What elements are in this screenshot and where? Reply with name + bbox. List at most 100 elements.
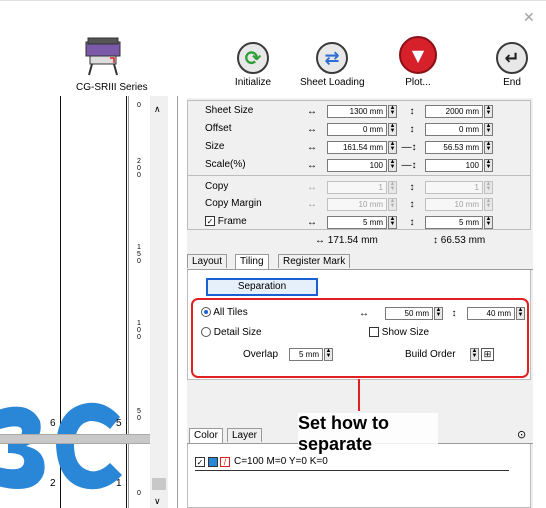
tile-number: 2 [50, 478, 56, 489]
tile-boundary-band [0, 434, 150, 444]
all-tiles-label: All Tiles [213, 307, 248, 318]
all-tiles-radio[interactable] [201, 307, 211, 318]
tile-number: 6 [50, 418, 56, 429]
sheet-loading-button[interactable]: ⇄ Sheet Loading [300, 42, 365, 88]
show-size-label: Show Size [381, 327, 430, 338]
return-icon: ↵ [496, 42, 528, 74]
copy-x-field[interactable]: 1 [327, 181, 387, 194]
layer-color-label: C=100 M=0 Y=0 K=0 [234, 456, 328, 467]
layer-item[interactable]: ✓ / C=100 M=0 Y=0 K=0 [195, 456, 328, 467]
callout-text: Set how to separate [298, 413, 438, 455]
ruler-label: 50 [137, 408, 141, 422]
ruler-label: 200 [137, 158, 141, 179]
swap-arrows-icon: ⇄ [316, 42, 348, 74]
copy-margin-y-stepper[interactable]: ▲ ▼ [484, 198, 493, 211]
copy-x-stepper[interactable]: ▲ ▼ [388, 181, 397, 194]
frame-x-field[interactable]: 5 mm [327, 216, 387, 229]
overlap-field[interactable]: 5 mm [289, 348, 323, 361]
copy-label: Copy [205, 181, 229, 192]
size-width-stepper[interactable]: ▲ ▼ [388, 141, 397, 154]
overlap-stepper[interactable]: ▲ ▼ [324, 348, 333, 361]
initialize-label: Initialize [234, 77, 272, 88]
vertical-arrow-icon: ↕ [409, 124, 415, 135]
callout-pointer-line [358, 379, 360, 411]
scroll-down-icon[interactable]: ∨ [154, 496, 161, 507]
scale-y-field[interactable]: 100 [425, 159, 483, 172]
no-fill-swatch-icon: / [220, 456, 230, 467]
all-tiles-option[interactable]: All Tiles [201, 307, 248, 318]
tile-height-field[interactable]: 40 mm [467, 307, 515, 320]
tab-tiling[interactable]: Tiling [235, 254, 269, 269]
end-button[interactable]: ↵ End [494, 42, 530, 88]
copy-margin-x-stepper[interactable]: ▲ ▼ [388, 198, 397, 211]
scale-x-field[interactable]: 100 [327, 159, 387, 172]
color-swatch [208, 456, 218, 467]
sheet-loading-label: Sheet Loading [300, 77, 365, 88]
frame-y-stepper[interactable]: ▲ ▼ [484, 216, 493, 229]
copy-margin-y-field[interactable]: 10 mm [425, 198, 483, 211]
size-width-field[interactable]: 161.54 mm [327, 141, 387, 154]
horizontal-arrow-icon: ↔ [359, 308, 369, 319]
next-icon[interactable]: ⊙ [517, 428, 526, 441]
build-order-stepper[interactable]: ▲ ▼ [470, 348, 479, 361]
ruler-label: 0 [137, 490, 141, 497]
frame-checkbox[interactable]: ✓ [205, 216, 215, 227]
horizontal-arrow-icon: ↔ [307, 142, 317, 153]
vertical-ruler: 0 200 150 100 50 0 [128, 96, 150, 508]
link-scale-icon[interactable]: —↕ [399, 160, 419, 171]
frame-x-stepper[interactable]: ▲ ▼ [388, 216, 397, 229]
tab-layout[interactable]: Layout [187, 254, 228, 268]
layer-visible-checkbox[interactable]: ✓ [195, 456, 205, 467]
plot-cutter-icon: ▼ [399, 36, 437, 74]
copy-margin-x-field[interactable]: 10 mm [327, 198, 387, 211]
detail-size-option[interactable]: Detail Size [201, 327, 262, 338]
build-order-grid-icon[interactable]: ⊞ [481, 348, 494, 361]
sheet-width-stepper[interactable]: ▲ ▼ [388, 105, 397, 118]
canvas-guide-line [126, 96, 127, 508]
size-height-field[interactable]: 56.53 mm [425, 141, 483, 154]
offset-x-stepper[interactable]: ▲ ▼ [388, 123, 397, 136]
tab-layer[interactable]: Layer [227, 428, 263, 442]
vertical-arrow-icon: ↕ [409, 199, 415, 210]
scroll-up-icon[interactable]: ∧ [154, 104, 161, 115]
tile-height-stepper[interactable]: ▲ ▼ [516, 307, 525, 320]
tile-width-field[interactable]: 50 mm [385, 307, 433, 320]
plot-button[interactable]: ▼ Plot... [396, 36, 440, 88]
horizontal-arrow-icon: ↔ [307, 182, 317, 193]
canvas-panel[interactable]: 0 200 150 100 50 0 ∧ ∨ 6 5 2 1 [0, 96, 178, 508]
offset-x-field[interactable]: 0 mm [327, 123, 387, 136]
show-size-checkbox[interactable] [369, 327, 379, 338]
tile-width-stepper[interactable]: ▲ ▼ [434, 307, 443, 320]
separation-button[interactable]: Separation [206, 278, 318, 296]
frame-y-field[interactable]: 5 mm [425, 216, 483, 229]
close-icon[interactable]: ✕ [523, 10, 535, 26]
size-height-stepper[interactable]: ▲ ▼ [484, 141, 493, 154]
tab-color[interactable]: Color [189, 428, 223, 443]
tile-number: 1 [116, 478, 122, 489]
scale-y-stepper[interactable]: ▲ ▼ [484, 159, 493, 172]
build-order-label: Build Order [405, 349, 456, 360]
show-size-option[interactable]: Show Size [369, 327, 429, 338]
frame-checkbox-row[interactable]: ✓ Frame [205, 216, 247, 227]
sheet-width-field[interactable]: 1300 mm [327, 105, 387, 118]
sheet-height-stepper[interactable]: ▲ ▼ [484, 105, 493, 118]
link-dimensions-icon[interactable]: —↕ [399, 142, 419, 153]
device-name: CG-SRIII Series [76, 82, 148, 93]
size-label: Size [205, 141, 225, 152]
detail-size-radio[interactable] [201, 327, 211, 338]
scrollbar-thumb[interactable] [152, 478, 166, 490]
scale-x-stepper[interactable]: ▲ ▼ [388, 159, 397, 172]
initialize-button[interactable]: ⟳ Initialize [228, 42, 278, 88]
vertical-scrollbar[interactable]: ∧ ∨ [150, 96, 168, 508]
copy-y-field[interactable]: 1 [425, 181, 483, 194]
ruler-label: 0 [137, 102, 141, 109]
tab-register-mark[interactable]: Register Mark [278, 254, 351, 268]
window-top-border [0, 0, 546, 1]
offset-y-field[interactable]: 0 mm [425, 123, 483, 136]
offset-y-stepper[interactable]: ▲ ▼ [484, 123, 493, 136]
total-width: ↔ 171.54 mm [315, 235, 378, 246]
overlap-label: Overlap [243, 349, 279, 360]
copy-y-stepper[interactable]: ▲ ▼ [484, 181, 493, 194]
canvas-artwork[interactable] [0, 399, 126, 493]
sheet-height-field[interactable]: 2000 mm [425, 105, 483, 118]
